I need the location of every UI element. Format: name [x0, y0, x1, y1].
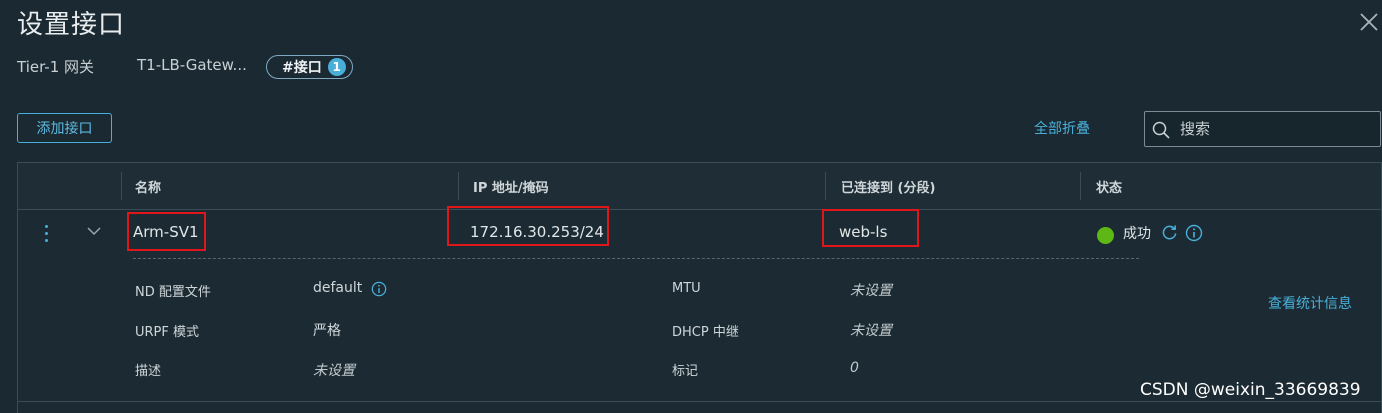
nd-profile-label: ND 配置文件 [135, 285, 211, 300]
chevron-down-icon[interactable] [87, 226, 101, 236]
collapse-all-link[interactable]: 全部折叠 [1034, 118, 1090, 138]
column-separator [458, 172, 459, 200]
tags-value: 0 [850, 360, 859, 376]
description-label: 描述 [135, 364, 162, 379]
column-header-name[interactable]: 名称 [135, 177, 161, 196]
column-separator [121, 172, 122, 200]
connected-segment: web-ls [839, 223, 888, 241]
breadcrumb-tier1[interactable]: Tier-1 网关 [17, 56, 94, 77]
column-separator [825, 172, 826, 200]
interfaces-count-badge: 1 [327, 58, 346, 76]
table-header: 名称 IP 地址/掩码 已连接到 (分段) 状态 [18, 163, 1381, 210]
row-divider [133, 258, 1139, 259]
interfaces-pill[interactable]: #接口 1 [266, 55, 353, 79]
nd-profile-value: default [313, 280, 363, 296]
interfaces-table: 名称 IP 地址/掩码 已连接到 (分段) 状态 Arm-SV1 172.16.… [17, 162, 1382, 413]
row-bottom-border [18, 401, 1381, 402]
view-statistics-link[interactable]: 查看统计信息 [1268, 293, 1352, 313]
info-icon[interactable] [1185, 224, 1203, 242]
interface-name: Arm-SV1 [133, 223, 199, 241]
close-icon[interactable] [1357, 10, 1381, 34]
search-input[interactable] [1175, 120, 1365, 138]
breadcrumb-gateway[interactable]: T1-LB-Gatew... [137, 56, 247, 74]
search-icon [1152, 121, 1170, 139]
column-header-status[interactable]: 状态 [1096, 177, 1122, 196]
watermark: CSDN @weixin_33669839 [1140, 380, 1361, 400]
tags-label: 标记 [672, 364, 699, 379]
kebab-menu-icon[interactable] [40, 223, 54, 245]
urpf-mode-label: URPF 模式 [135, 325, 199, 340]
add-interface-button[interactable]: 添加接口 [17, 113, 112, 143]
urpf-mode-value: 严格 [313, 323, 341, 339]
column-header-ip[interactable]: IP 地址/掩码 [473, 177, 549, 196]
info-icon[interactable] [371, 281, 387, 297]
interfaces-pill-label: #接口 [282, 60, 322, 76]
status-text: 成功 [1123, 226, 1151, 242]
search-box[interactable] [1144, 111, 1381, 147]
dhcp-relay-value: 未设置 [850, 323, 892, 339]
column-separator [1080, 172, 1081, 200]
mtu-label: MTU [672, 281, 701, 296]
success-dot-icon [1097, 227, 1114, 244]
dialog-title: 设置接口 [17, 10, 126, 40]
refresh-icon[interactable] [1161, 224, 1178, 241]
column-header-segment[interactable]: 已连接到 (分段) [841, 177, 935, 196]
ip-address: 172.16.30.253/24 [470, 223, 604, 241]
dhcp-relay-label: DHCP 中继 [672, 325, 739, 340]
mtu-value: 未设置 [850, 283, 892, 299]
description-value: 未设置 [313, 363, 355, 379]
